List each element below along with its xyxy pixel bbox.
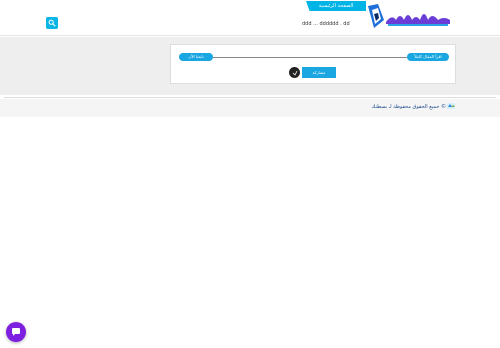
footer-logo-icon (447, 103, 455, 109)
footer-copyright: جميع الحقوق محفوظة لـ بسطتك © (371, 104, 446, 110)
follow-button[interactable]: تابعنا الآن (179, 53, 213, 61)
divider-line (213, 57, 407, 58)
post-card: اقرأ المقال كاملاً تابعنا الآن مشاركة (170, 44, 456, 84)
site-footer: جميع الحقوق محفوظة لـ بسطتك © (0, 99, 500, 117)
chat-fab-button[interactable] (6, 322, 26, 342)
search-icon (48, 19, 56, 27)
read-more-button[interactable]: اقرأ المقال كاملاً (407, 53, 449, 61)
share-icon[interactable] (289, 67, 300, 78)
search-button[interactable] (46, 17, 58, 29)
header-mini-text: ddd ... dddddd . dd (302, 21, 350, 27)
chat-icon (12, 328, 20, 336)
footer-divider (4, 97, 496, 98)
share-button[interactable]: مشاركة (302, 67, 336, 78)
site-logo[interactable] (366, 2, 452, 30)
share-group: مشاركة (289, 67, 336, 78)
nav-home-link[interactable]: الصفحة الرئيسية (306, 1, 366, 11)
